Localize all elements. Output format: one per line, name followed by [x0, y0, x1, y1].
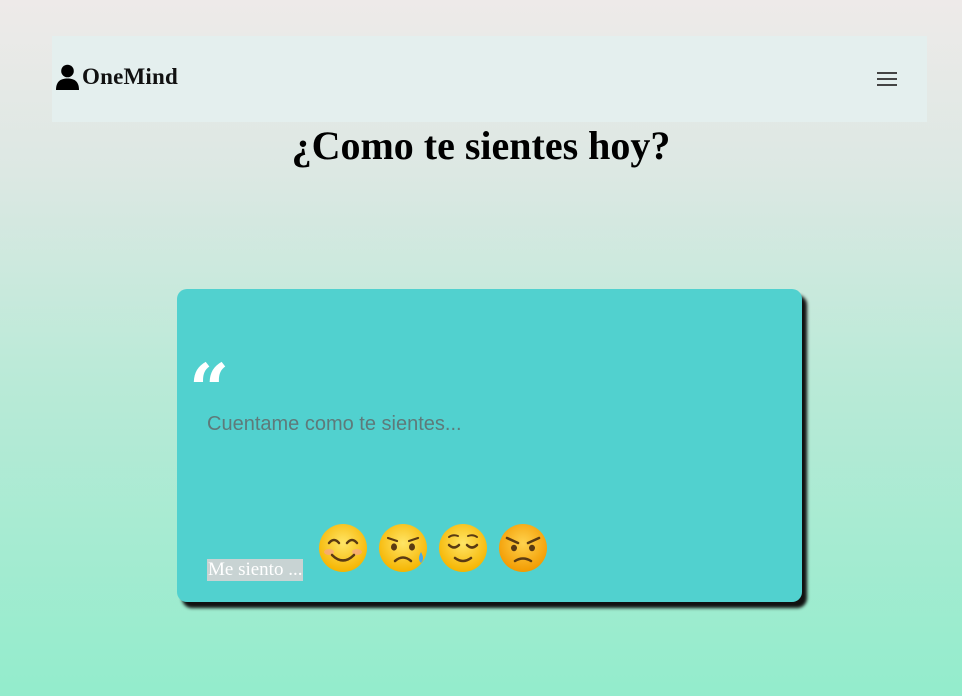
user-icon: [55, 64, 80, 90]
mood-label: Me siento ...: [207, 559, 304, 581]
smiling-face-emoji-button[interactable]: [317, 522, 369, 574]
mood-text-input[interactable]: [207, 410, 767, 438]
angry-face-emoji-button[interactable]: [497, 522, 549, 574]
hamburger-menu-button[interactable]: [875, 68, 899, 90]
brand-link[interactable]: OneMind: [55, 64, 178, 90]
relieved-face-emoji-button[interactable]: [437, 522, 489, 574]
hamburger-menu-icon: [875, 72, 899, 94]
page-title: ¿Como te sientes hoy?: [291, 123, 671, 168]
sad-sweat-face-emoji-button[interactable]: [377, 522, 429, 574]
mood-card: “ Me siento ...: [177, 289, 802, 602]
brand-name: OneMind: [82, 64, 178, 89]
navbar: OneMind: [52, 36, 927, 122]
